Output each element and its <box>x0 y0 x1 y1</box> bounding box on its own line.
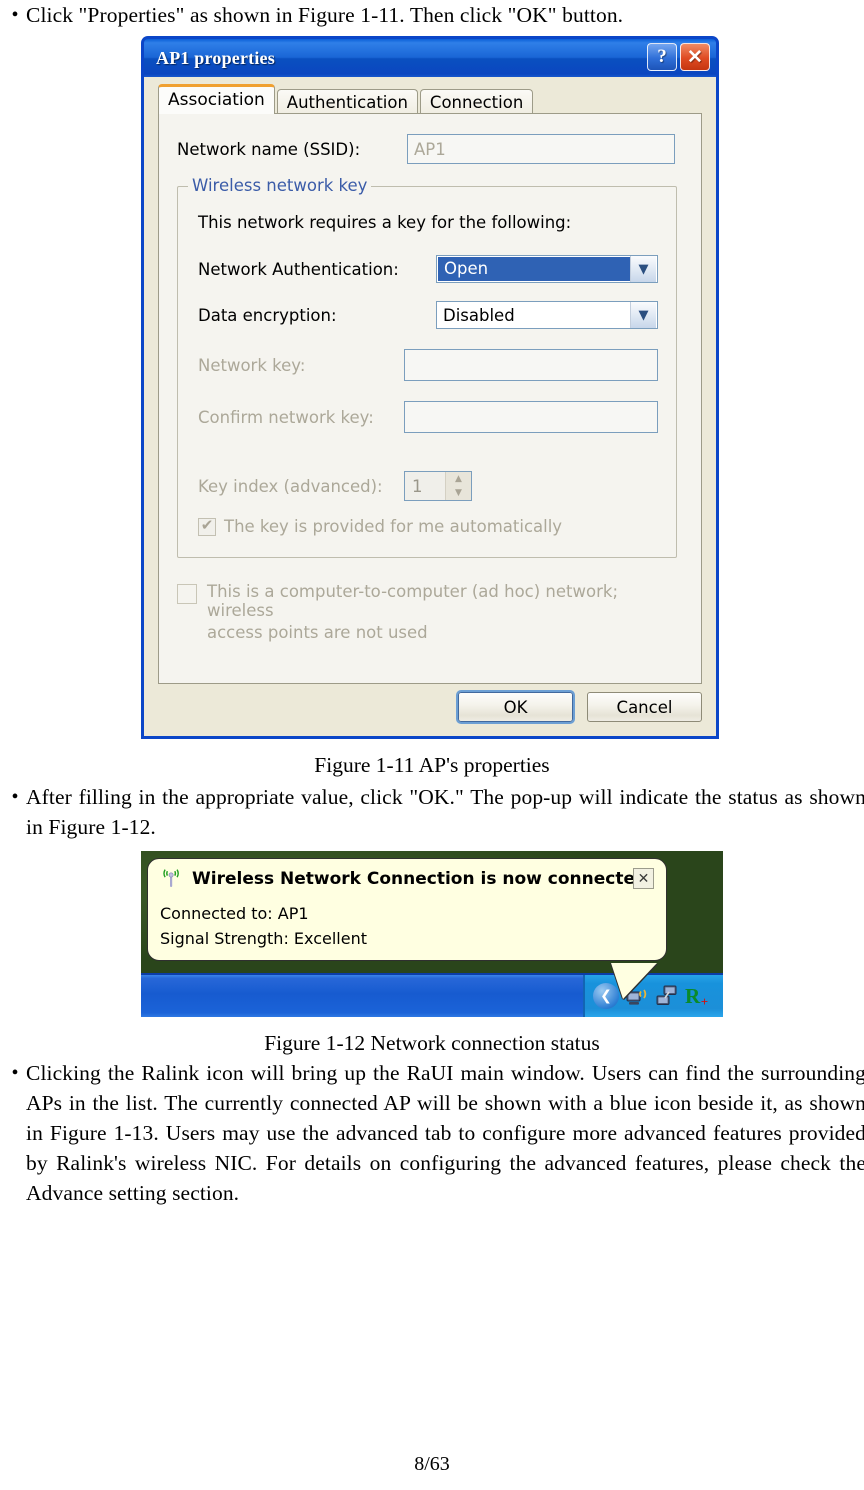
key-index-value: 1 <box>412 476 423 496</box>
data-encryption-value: Disabled <box>443 305 515 325</box>
network-authentication-select[interactable]: Open ▼ <box>436 255 658 283</box>
balloon-title: Wireless Network Connection is now conne… <box>192 869 648 889</box>
key-index-row: Key index (advanced): 1 ▲ ▼ <box>198 471 658 501</box>
dialog-button-row: OK Cancel <box>456 690 702 724</box>
tab-association[interactable]: Association <box>158 84 275 114</box>
network-connections-icon[interactable] <box>655 984 679 1008</box>
bullet-item-3: • Clicking the Ralink icon will bring up… <box>0 1058 864 1208</box>
ap1-properties-dialog: AP1 properties ? ✕ Association Authentic… <box>141 36 719 739</box>
ssid-input[interactable]: AP1 <box>407 134 675 164</box>
group-intro-text: This network requires a key for the foll… <box>198 213 572 232</box>
bullet-marker: • <box>11 1062 19 1084</box>
balloon-notification: Wireless Network Connection is now conne… <box>147 858 667 961</box>
network-key-label: Network key: <box>198 355 306 375</box>
network-key-row: Network key: <box>198 349 658 381</box>
data-encryption-row: Data encryption: Disabled ▼ <box>198 301 658 329</box>
titlebar-buttons: ? ✕ <box>647 43 710 71</box>
tab-connection[interactable]: Connection <box>419 89 534 116</box>
key-index-label: Key index (advanced): <box>198 476 383 496</box>
network-authentication-value: Open <box>438 257 630 281</box>
confirm-network-key-row: Confirm network key: <box>198 401 658 433</box>
help-icon[interactable]: ? <box>647 43 677 71</box>
adhoc-checkbox-row[interactable]: This is a computer-to-computer (ad hoc) … <box>177 582 667 642</box>
balloon-tail <box>611 963 657 999</box>
network-authentication-row: Network Authentication: Open ▼ <box>198 255 658 283</box>
dialog-titlebar: AP1 properties ? ✕ <box>141 36 719 77</box>
data-encryption-select[interactable]: Disabled ▼ <box>436 301 658 329</box>
stepper-buttons[interactable]: ▲ ▼ <box>445 472 471 500</box>
chevron-down-icon[interactable]: ▼ <box>630 302 656 328</box>
stepper-down-icon[interactable]: ▼ <box>446 486 471 500</box>
confirm-network-key-input[interactable] <box>404 401 658 433</box>
adhoc-checkbox[interactable] <box>177 584 197 604</box>
balloon-header: Wireless Network Connection is now conne… <box>160 868 654 890</box>
ralink-letter: R <box>685 983 701 1008</box>
key-index-stepper[interactable]: 1 ▲ ▼ <box>404 471 472 501</box>
balloon-line-signal-strength: Signal Strength: Excellent <box>160 929 368 948</box>
auto-key-checkbox-row[interactable]: ✔ The key is provided for me automatical… <box>198 517 658 536</box>
group-title: Wireless network key <box>188 176 372 195</box>
document-page: • Click "Properties" as shown in Figure … <box>0 0 864 1490</box>
chevron-down-icon[interactable]: ▼ <box>630 256 656 282</box>
bullet-marker: • <box>11 4 19 26</box>
wireless-signal-icon <box>160 868 182 890</box>
dialog-title: AP1 properties <box>156 47 275 68</box>
data-encryption-label: Data encryption: <box>198 305 337 325</box>
close-icon[interactable]: ✕ <box>680 43 710 71</box>
confirm-network-key-label: Confirm network key: <box>198 407 374 427</box>
balloon-line-connected-to: Connected to: AP1 <box>160 904 309 923</box>
cancel-button[interactable]: Cancel <box>587 692 702 722</box>
bullet-item-2: • After filling in the appropriate value… <box>0 782 864 842</box>
bullet-text-3: Clicking the Ralink icon will bring up t… <box>26 1061 864 1205</box>
dialog-body: Association Authentication Connection Ne… <box>141 77 719 739</box>
ok-button[interactable]: OK <box>456 690 575 724</box>
figure-caption-1-12: Figure 1-12 Network connection status <box>264 1031 600 1055</box>
wireless-network-key-group: Wireless network key This network requir… <box>177 176 677 558</box>
ralink-plus: + <box>700 993 709 1009</box>
stepper-up-icon[interactable]: ▲ <box>446 472 471 486</box>
tab-authentication[interactable]: Authentication <box>276 89 418 116</box>
ralink-icon[interactable]: R + <box>685 983 708 1008</box>
bullet-item-1: • Click "Properties" as shown in Figure … <box>0 0 864 30</box>
adhoc-label-line1: This is a computer-to-computer (ad hoc) … <box>207 582 619 620</box>
ssid-row: Network name (SSID): AP1 <box>177 134 677 164</box>
tab-page-association: Network name (SSID): AP1 Wireless networ… <box>158 113 702 684</box>
network-authentication-label: Network Authentication: <box>198 259 399 279</box>
network-key-input[interactable] <box>404 349 658 381</box>
page-number: 8/63 <box>414 1453 450 1475</box>
checkmark-icon: ✔ <box>200 516 214 534</box>
bullet-marker: • <box>11 786 19 808</box>
figure-caption-1-11: Figure 1-11 AP's properties <box>314 753 550 777</box>
bullet-text-1: Click "Properties" as shown in Figure 1-… <box>26 3 624 27</box>
bullet-text-2: After filling in the appropriate value, … <box>26 785 864 839</box>
dialog-tabstrip: Association Authentication Connection <box>158 84 716 116</box>
auto-key-checkbox[interactable]: ✔ <box>198 516 216 536</box>
ssid-label: Network name (SSID): <box>177 139 361 159</box>
adhoc-label-line2: access points are not used <box>207 623 428 642</box>
balloon-close-icon[interactable]: ✕ <box>633 868 654 889</box>
auto-key-label: The key is provided for me automatically <box>224 517 563 536</box>
network-status-balloon-screenshot: ❮ R + Wireless Network Connection is now… <box>141 851 723 1017</box>
